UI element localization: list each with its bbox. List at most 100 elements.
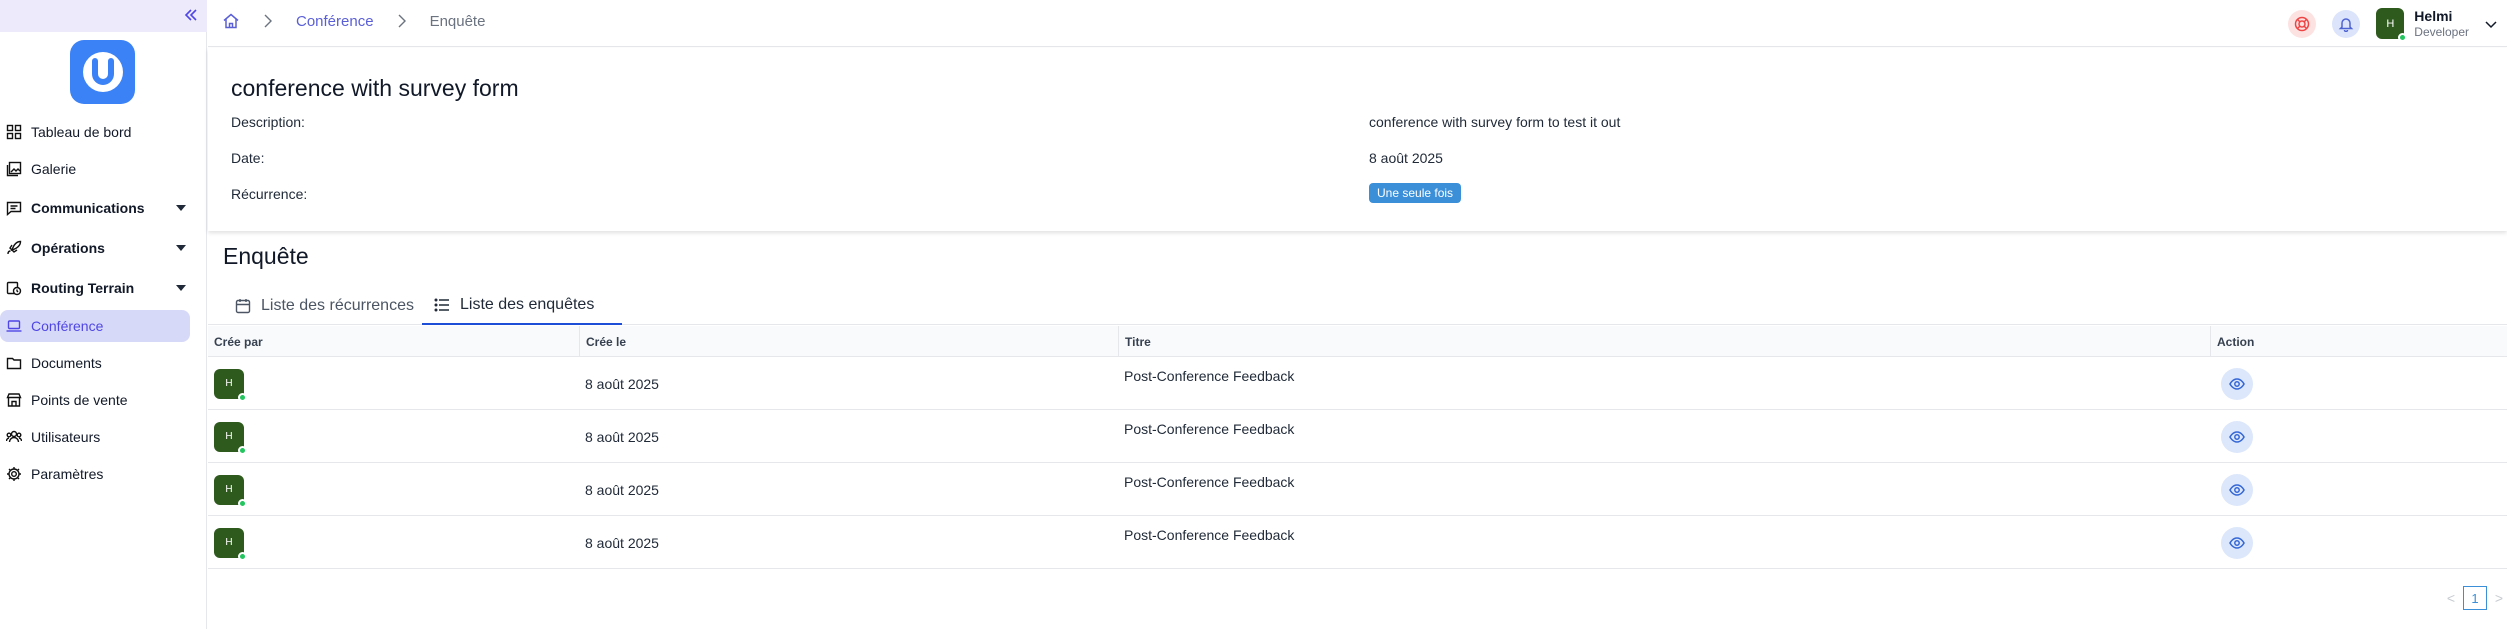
user-avatar[interactable]: H [2376,8,2408,42]
top-bar: Conférence Enquête H Helmi Developer [208,0,2507,47]
online-status-dot [238,392,247,402]
chevron-down-icon[interactable] [2485,19,2497,29]
avatar: H [214,527,247,561]
sidebar-item-label: Paramètres [31,466,104,482]
avatar: H [214,421,247,455]
gallery-icon [5,160,23,178]
online-status-dot [238,551,247,561]
sidebar-item-label: Utilisateurs [31,429,101,445]
app-logo[interactable] [70,40,135,104]
created-by-cell: H [208,357,247,410]
tab-recurrences[interactable]: Liste des récurrences [223,287,426,325]
date-value: 8 août 2025 [1369,150,1443,166]
column-header-title[interactable]: Titre [1118,326,2210,357]
breadcrumb-current: Enquête [429,12,486,30]
action-cell [2210,516,2253,569]
tab-surveys[interactable]: Liste des enquêtes [422,287,622,325]
folder-icon [5,354,23,372]
avatar-initial: H [225,378,233,389]
top-right-actions: H Helmi Developer [2288,0,2507,47]
users-icon [5,428,23,446]
gear-icon [5,465,23,483]
laptop-icon [5,317,23,335]
table-row: H 8 août 2025 Post-Conference Feedback [208,410,2507,463]
action-cell [2210,357,2253,410]
view-button[interactable] [2221,473,2253,506]
created-by-cell: H [208,516,247,569]
action-cell [2210,463,2253,516]
sidebar-item-communications[interactable]: Communications [0,190,190,225]
sidebar-item-label: Galerie [31,161,77,177]
date-label: Date: [231,150,265,166]
avatar: H [214,368,247,402]
title-cell: Post-Conference Feedback [1124,474,1295,490]
sidebar-item-conference[interactable]: Conférence [0,310,190,342]
sidebar-item-label: Points de vente [31,392,128,408]
sidebar-item-gallery[interactable]: Galerie [0,153,190,185]
column-header-action: Action [2210,326,2507,357]
help-button[interactable] [2288,9,2317,38]
title-cell: Post-Conference Feedback [1124,421,1295,437]
collapse-sidebar-icon[interactable] [181,5,201,25]
chevron-right-icon [396,14,408,28]
sidebar-item-users[interactable]: Utilisateurs [0,421,190,453]
tab-label: Liste des enquêtes [460,296,595,313]
description-value: conference with survey form to test it o… [1369,114,1621,130]
rocket-icon [5,239,23,257]
column-header-created-at[interactable]: Crée le [579,326,1118,357]
view-button[interactable] [2221,420,2253,453]
notifications-button[interactable] [2332,9,2361,38]
survey-tabs: Liste des récurrences Liste des enquêtes [208,287,2507,325]
sidebar: Tableau de bord Galerie Communications O… [0,0,207,629]
surveys-table: Crée par Crée le Titre Action H 8 août 2… [208,326,2507,569]
eye-icon [2229,536,2245,549]
tab-label: Liste des récurrences [261,297,414,314]
home-icon[interactable] [222,12,240,30]
list-icon [434,297,450,313]
avatar-initial: H [225,431,233,442]
user-name: Helmi [2414,7,2453,24]
view-button[interactable] [2221,526,2253,559]
eye-icon [2229,430,2245,443]
dashboard-icon [5,123,23,141]
caret-down-icon [176,244,186,251]
store-icon [5,391,23,409]
table-header: Crée par Crée le Titre Action [208,326,2507,357]
table-row: H 8 août 2025 Post-Conference Feedback [208,357,2507,410]
section-title: Enquête [223,243,309,269]
sidebar-item-label: Documents [31,355,102,371]
table-row: H 8 août 2025 Post-Conference Feedback [208,516,2507,569]
column-header-created-by[interactable]: Crée par [208,326,579,357]
caret-down-icon [176,284,186,291]
sidebar-item-operations[interactable]: Opérations [0,230,190,265]
bell-icon [2338,16,2354,32]
table-row: H 8 août 2025 Post-Conference Feedback [208,463,2507,516]
title-cell: Post-Conference Feedback [1124,368,1295,384]
online-status-dot [2398,33,2408,42]
sidebar-item-label: Communications [31,199,145,216]
sidebar-nav: Tableau de bord Galerie Communications O… [0,116,207,495]
avatar-initial: H [225,484,233,495]
avatar-initial: H [2386,17,2395,30]
prev-page-button[interactable]: < [2443,590,2459,606]
created-by-cell: H [208,463,247,516]
sidebar-item-dashboard[interactable]: Tableau de bord [0,116,190,148]
user-info[interactable]: Helmi Developer [2414,8,2469,40]
pagination: < 1 > [2443,586,2507,610]
lifebuoy-icon [2294,16,2310,32]
event-details-card: conference with survey form Description:… [208,48,2507,231]
sidebar-item-settings[interactable]: Paramètres [0,458,190,490]
view-button[interactable] [2221,367,2253,400]
online-status-dot [238,445,247,455]
recurrence-label: Récurrence: [231,186,308,202]
created-by-cell: H [208,410,247,463]
next-page-button[interactable]: > [2491,590,2507,606]
recurrence-value: Une seule fois [1369,183,1462,203]
page-number-button[interactable]: 1 [2463,586,2487,610]
sidebar-item-points-de-vente[interactable]: Points de vente [0,384,190,416]
breadcrumb-conference-link[interactable]: Conférence [296,13,374,30]
caret-down-icon [176,204,186,211]
sidebar-item-documents[interactable]: Documents [0,347,190,379]
breadcrumb: Conférence Enquête [222,12,485,30]
sidebar-item-routing-terrain[interactable]: Routing Terrain [0,270,190,305]
